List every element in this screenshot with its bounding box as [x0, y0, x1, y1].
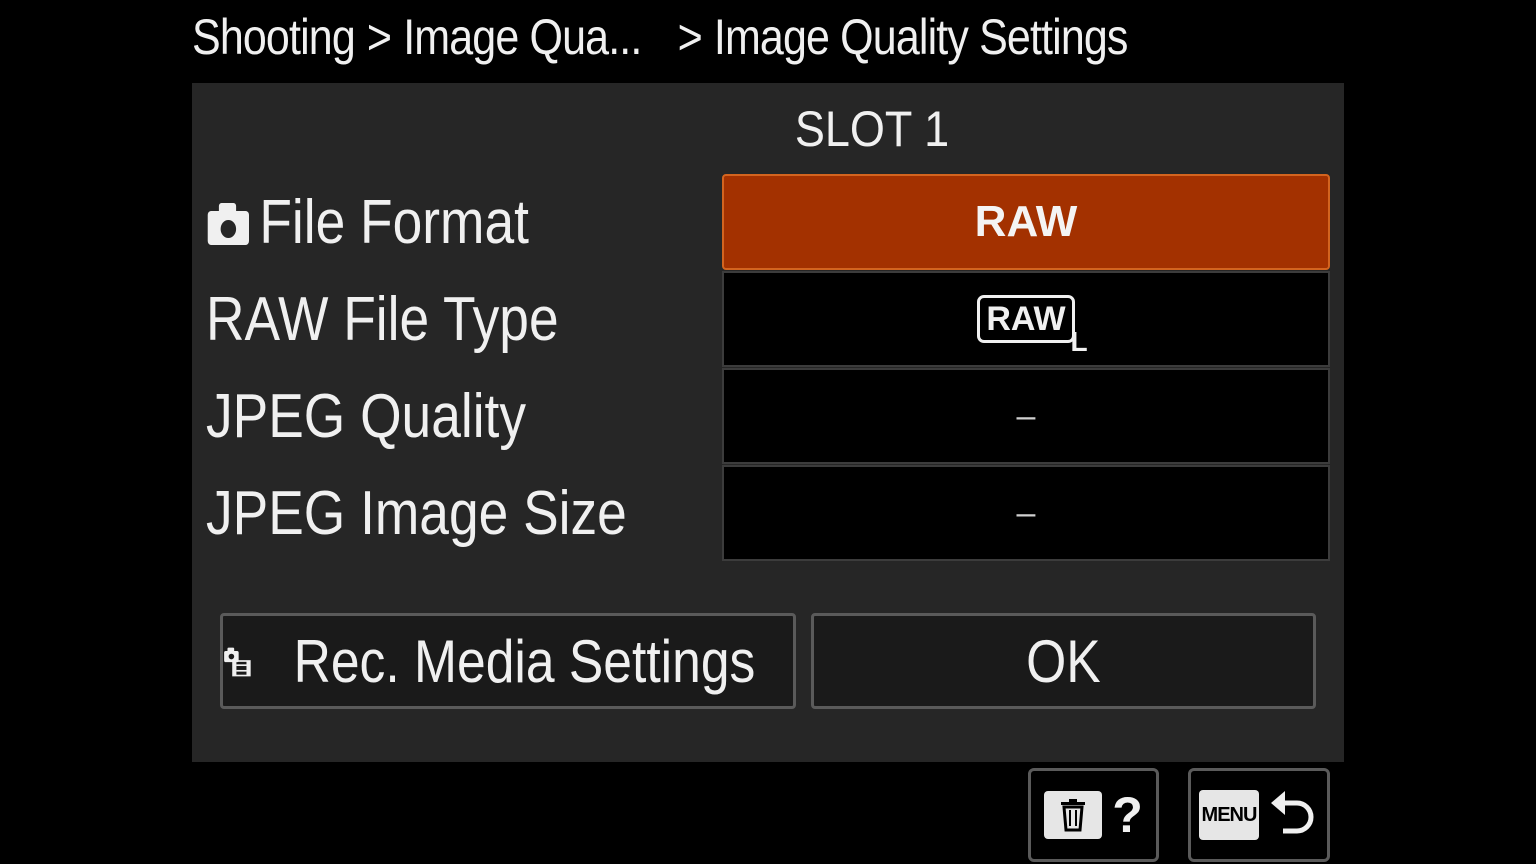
ok-button[interactable]: OK [811, 613, 1316, 709]
rec-media-settings-button[interactable]: Rec. Media Settings [220, 613, 796, 709]
camera-icon [207, 203, 249, 245]
file-format-value[interactable]: RAW [722, 174, 1330, 270]
slot-label: SLOT 1 [794, 101, 950, 157]
raw-large-icon: RAW L [977, 295, 1088, 356]
trash-icon [1044, 791, 1103, 839]
raw-file-type-label: RAW File Type [206, 285, 559, 354]
jpeg-quality-label: JPEG Quality [206, 382, 527, 451]
file-format-value-text: RAW [974, 197, 1078, 246]
ok-label: OK [1026, 627, 1101, 695]
jpeg-quality-value[interactable]: – [722, 368, 1330, 464]
menu-label: MENU [1199, 790, 1259, 840]
jpeg-quality-value-text: – [1016, 396, 1036, 435]
raw-file-type-value[interactable]: RAW L [722, 271, 1330, 367]
delete-help-key[interactable]: ? [1028, 768, 1159, 862]
breadcrumb-separator: > [677, 9, 703, 65]
rec-media-settings-label: Rec. Media Settings [293, 627, 756, 695]
page-title: Image Quality Settings [713, 9, 1129, 65]
menu-back-key[interactable]: MENU [1188, 768, 1330, 862]
settings-panel: SLOT 1 File Format RAW RAW File Type RAW… [192, 83, 1344, 762]
return-arrow-icon [1271, 791, 1314, 834]
breadcrumb: Shooting > Image Qua... > Image Quality … [192, 0, 1128, 74]
raw-size-sub: L [1070, 326, 1088, 357]
breadcrumb-mid: Image Qua... [403, 9, 642, 65]
jpeg-image-size-value[interactable]: – [722, 465, 1330, 561]
raw-badge-text: RAW [986, 300, 1066, 338]
media-settings-icon [224, 647, 251, 677]
breadcrumb-root: Shooting [192, 9, 356, 65]
breadcrumb-separator: > [366, 9, 392, 65]
help-icon: ? [1112, 787, 1143, 843]
jpeg-image-size-value-text: – [1016, 493, 1036, 532]
jpeg-image-size-label: JPEG Image Size [206, 479, 627, 548]
file-format-label: File Format [206, 175, 529, 271]
